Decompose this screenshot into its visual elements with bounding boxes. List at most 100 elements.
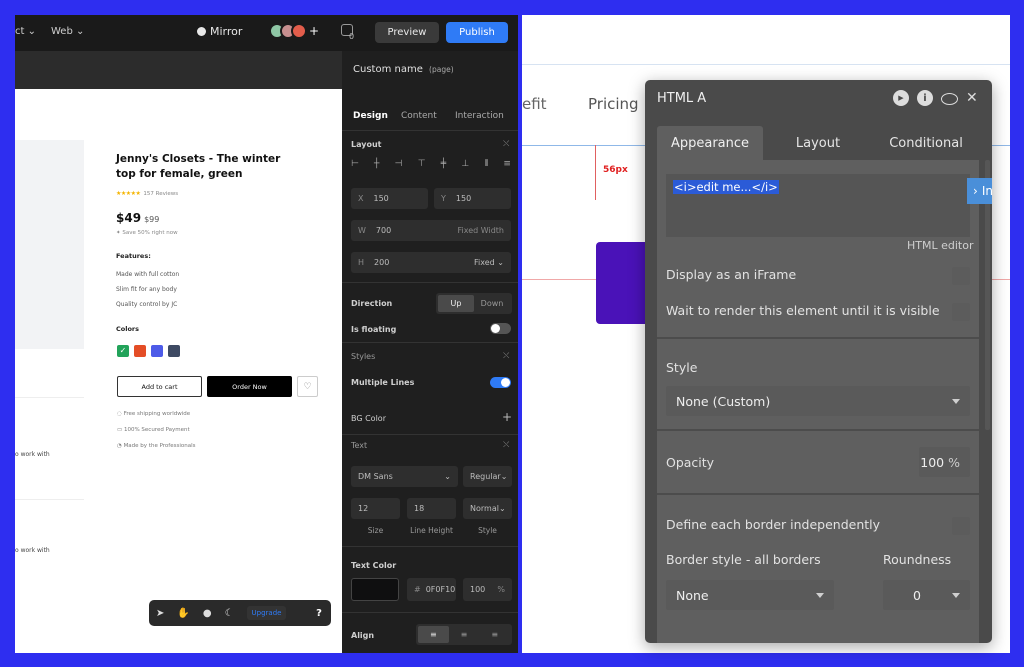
distribute-v-icon[interactable]: ≡ [503,159,511,169]
platform-dropdown[interactable]: Web ⌄ [51,26,84,37]
divider [342,612,518,613]
divider [342,130,518,131]
review-count: 157 Reviews [143,190,179,197]
bg-color-label: BG Color [351,414,386,423]
border-independent-checkbox[interactable] [952,517,970,535]
align-center-h-icon[interactable]: ┼ [374,159,379,169]
align-center-v-icon[interactable]: ╪ [441,159,446,169]
mirror-label: Mirror [210,25,243,38]
line-height-field[interactable]: 18 [407,498,456,519]
color-swatch-blue[interactable] [151,345,163,357]
distribute-h-icon[interactable]: ⫴ [484,159,488,169]
price: $49 [116,211,142,225]
direction-down-option[interactable]: Down [474,295,510,312]
publish-button[interactable]: Publish [446,22,508,43]
opacity-field[interactable]: 100 % [919,447,970,477]
colors-title: Colors [116,325,140,333]
info-icon[interactable]: i [917,90,933,106]
color-swatch-green[interactable]: ✓ [117,345,129,357]
color-swatch-orange[interactable] [134,345,146,357]
text-style-dropdown[interactable]: Normal ⌄ [463,498,512,519]
tab-layout-label: Layout [795,135,841,151]
height-mode-dropdown[interactable]: Fixed ⌄ [474,258,504,267]
direction-up-option[interactable]: Up [438,295,474,312]
collapse-icon[interactable]: ⤬ [503,440,509,450]
add-collaborator-icon[interactable]: + [309,24,319,38]
tab-interaction[interactable]: Interaction [455,111,504,121]
align-text-right-icon[interactable]: ≡ [479,626,510,643]
align-top-icon[interactable]: ⊤ [418,159,426,169]
html-editor-link[interactable]: HTML editor [907,239,973,252]
color-swatch-navy[interactable] [168,345,180,357]
comment-icon[interactable] [941,92,958,105]
help-button[interactable]: ? [307,600,331,626]
x-position-field[interactable]: X 150 [351,188,428,209]
x-label: X [358,194,364,203]
style-value: Normal [470,504,499,513]
order-now-label: Order Now [232,382,267,391]
floating-toggle[interactable] [490,323,511,334]
tab-layout[interactable]: Layout [769,126,867,160]
floating-label: Is floating [351,325,397,334]
align-left-icon[interactable]: ⊢ [351,159,359,169]
y-position-field[interactable]: Y 150 [434,188,511,209]
collapse-icon[interactable]: ⤬ [503,139,509,149]
align-bottom-icon[interactable]: ⊥ [461,159,469,169]
tab-appearance[interactable]: Appearance [657,126,763,160]
preview-button[interactable]: Preview [375,22,439,43]
guide-line [522,64,1010,65]
custom-name-field[interactable]: Custom name (page) [353,64,454,75]
tab-content[interactable]: Content [401,111,437,121]
iframe-checkbox[interactable] [952,267,970,285]
font-weight-dropdown[interactable]: Regular ⌄ [463,466,512,487]
align-text-left-icon[interactable]: ≡ [418,626,449,643]
wait-render-checkbox[interactable] [952,303,970,321]
collaborators[interactable]: + [269,23,319,39]
insert-dynamic-data-button[interactable]: ›Inse [967,178,992,204]
play-icon[interactable]: ▶ [893,90,909,106]
tab-conditional-label: Conditional [889,135,963,151]
roundness-field[interactable]: 0 [883,580,970,610]
order-now-button[interactable]: Order Now [207,376,292,397]
color-opacity-field[interactable]: 100 % [463,578,512,601]
mirror-button[interactable]: Mirror [197,25,242,38]
width-field[interactable]: W 700 Fixed Width [351,220,511,241]
text-color-label: Text Color [351,561,397,570]
side-text: o work with [15,547,50,554]
font-family-dropdown[interactable]: DM Sans ⌄ [351,466,458,487]
height-field[interactable]: H 200 Fixed ⌄ [351,252,511,273]
comment-tool-icon[interactable]: ● [203,608,212,619]
left-editor-window: ct ⌄ Web ⌄ Mirror + 0 Preview Publish Je… [15,15,518,653]
add-bg-color-icon[interactable]: + [502,410,512,424]
nav-link-pricing[interactable]: Pricing [588,95,639,113]
design-canvas[interactable]: Jenny's Closets - The winter top for fem… [15,89,342,653]
cursor-tool-icon[interactable]: ➤ [156,608,164,619]
perk-item: ◌ Free shipping worldwide [117,411,191,417]
divider [342,434,518,435]
multiple-lines-toggle[interactable] [490,377,511,388]
wishlist-heart-icon[interactable]: ♡ [297,376,318,397]
nav-link-benefit[interactable]: efit [522,95,547,113]
dark-mode-icon[interactable]: ☾ [225,608,234,619]
border-style-dropdown[interactable]: None [666,580,834,610]
color-swatches: ✓ [117,345,180,357]
font-size-field[interactable]: 12 [351,498,400,519]
html-code-editor[interactable]: <i>edit me...</i> [666,174,970,237]
tab-conditional[interactable]: Conditional [873,126,979,160]
align-text-center-icon[interactable]: ≡ [449,626,480,643]
style-dropdown[interactable]: None (Custom) [666,386,970,416]
align-right-icon[interactable]: ⊣ [395,159,403,169]
save-note: ✦ Save 50% right now [116,230,178,236]
html-element-editor: HTML A ▶ i ✕ Appearance Layout Condition… [645,80,992,643]
upgrade-button[interactable]: Upgrade [246,606,287,620]
color-hex-field[interactable]: # 0F0F10 [407,578,456,601]
add-to-cart-button[interactable]: Add to cart [117,376,202,397]
text-color-swatch[interactable] [351,578,399,601]
project-menu[interactable]: ct ⌄ [15,26,36,37]
w-value: 700 [375,226,392,235]
tab-appearance-label: Appearance [670,135,750,151]
tab-design[interactable]: Design [353,111,388,121]
hand-tool-icon[interactable]: ✋ [177,608,189,619]
collapse-icon[interactable]: ⤬ [503,351,509,361]
close-icon[interactable]: ✕ [966,91,978,105]
